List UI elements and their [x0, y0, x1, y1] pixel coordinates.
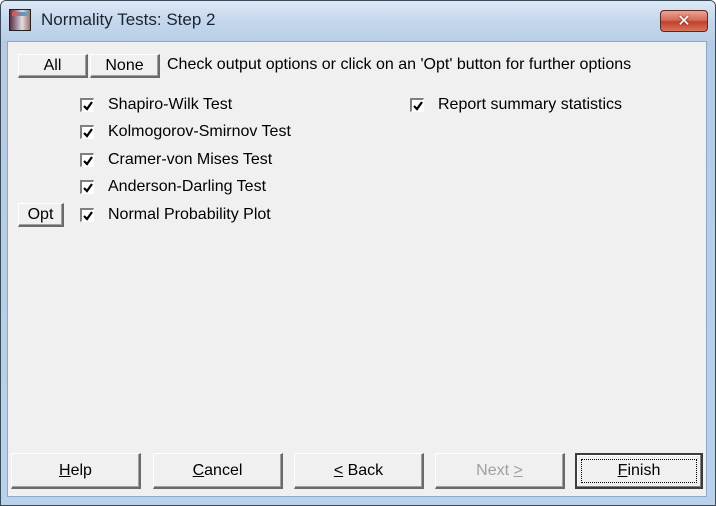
- option-label: Kolmogorov-Smirnov Test: [108, 123, 291, 140]
- app-icon: [9, 9, 31, 31]
- checkbox[interactable]: [80, 180, 94, 194]
- label-rest: Back: [343, 461, 384, 479]
- option-label: Report summary statistics: [438, 96, 623, 113]
- option-shapiro-wilk[interactable]: Shapiro-Wilk Test: [80, 95, 232, 115]
- cancel-button[interactable]: Cancel: [153, 453, 283, 489]
- title-bar[interactable]: Normality Tests: Step 2 ✕: [1, 1, 715, 41]
- checkbox[interactable]: [80, 125, 94, 139]
- close-icon: ✕: [677, 13, 691, 30]
- select-none-button[interactable]: None: [90, 54, 160, 78]
- checkmark-icon: [83, 183, 93, 193]
- help-button[interactable]: Help: [11, 453, 141, 489]
- select-all-button[interactable]: All: [18, 54, 88, 78]
- next-label: Next >: [476, 462, 523, 480]
- checkmark-icon: [413, 101, 423, 111]
- option-label: Cramer-von Mises Test: [108, 151, 273, 168]
- finish-button[interactable]: Finish: [575, 453, 703, 489]
- checkbox[interactable]: [80, 208, 94, 222]
- back-label: < Back: [334, 462, 383, 480]
- cancel-label: Cancel: [193, 462, 243, 480]
- option-normal-probability-plot[interactable]: Normal Probability Plot: [80, 205, 271, 225]
- label-rest: ancel: [204, 461, 243, 479]
- checkbox[interactable]: [80, 153, 94, 167]
- checkbox[interactable]: [410, 98, 424, 112]
- mnemonic: >: [513, 461, 523, 479]
- window-title: Normality Tests: Step 2: [41, 10, 216, 29]
- mnemonic: H: [59, 461, 71, 479]
- mnemonic: C: [192, 461, 205, 479]
- dialog-body: All None Check output options or click o…: [7, 41, 707, 497]
- instruction-text: Check output options or click on an 'Opt…: [167, 56, 632, 73]
- back-button[interactable]: < Back: [294, 453, 424, 489]
- help-label: Help: [59, 462, 92, 480]
- dialog-window: Normality Tests: Step 2 ✕ All None Check…: [0, 0, 716, 506]
- option-label: Shapiro-Wilk Test: [108, 96, 233, 113]
- close-button[interactable]: ✕: [660, 10, 708, 32]
- option-label: Normal Probability Plot: [108, 206, 271, 223]
- next-button[interactable]: Next >: [435, 453, 565, 489]
- opt-button[interactable]: Opt: [18, 203, 64, 227]
- opt-button-label: Opt: [27, 205, 54, 223]
- select-none-label: None: [105, 56, 144, 74]
- checkmark-icon: [83, 211, 93, 221]
- mnemonic: <: [333, 461, 344, 479]
- option-anderson-darling[interactable]: Anderson-Darling Test: [80, 177, 266, 197]
- label-rest: Next: [476, 461, 514, 479]
- option-label: Anderson-Darling Test: [108, 178, 267, 195]
- option-report-summary-statistics[interactable]: Report summary statistics: [410, 95, 622, 115]
- option-cramer-von-mises[interactable]: Cramer-von Mises Test: [80, 150, 272, 170]
- select-all-label: All: [43, 56, 62, 74]
- checkbox[interactable]: [80, 98, 94, 112]
- checkmark-icon: [83, 101, 93, 111]
- option-kolmogorov-smirnov[interactable]: Kolmogorov-Smirnov Test: [80, 122, 291, 142]
- checkmark-icon: [83, 128, 93, 138]
- label-rest: elp: [70, 461, 92, 479]
- checkmark-icon: [83, 156, 93, 166]
- focus-rectangle: [581, 459, 697, 483]
